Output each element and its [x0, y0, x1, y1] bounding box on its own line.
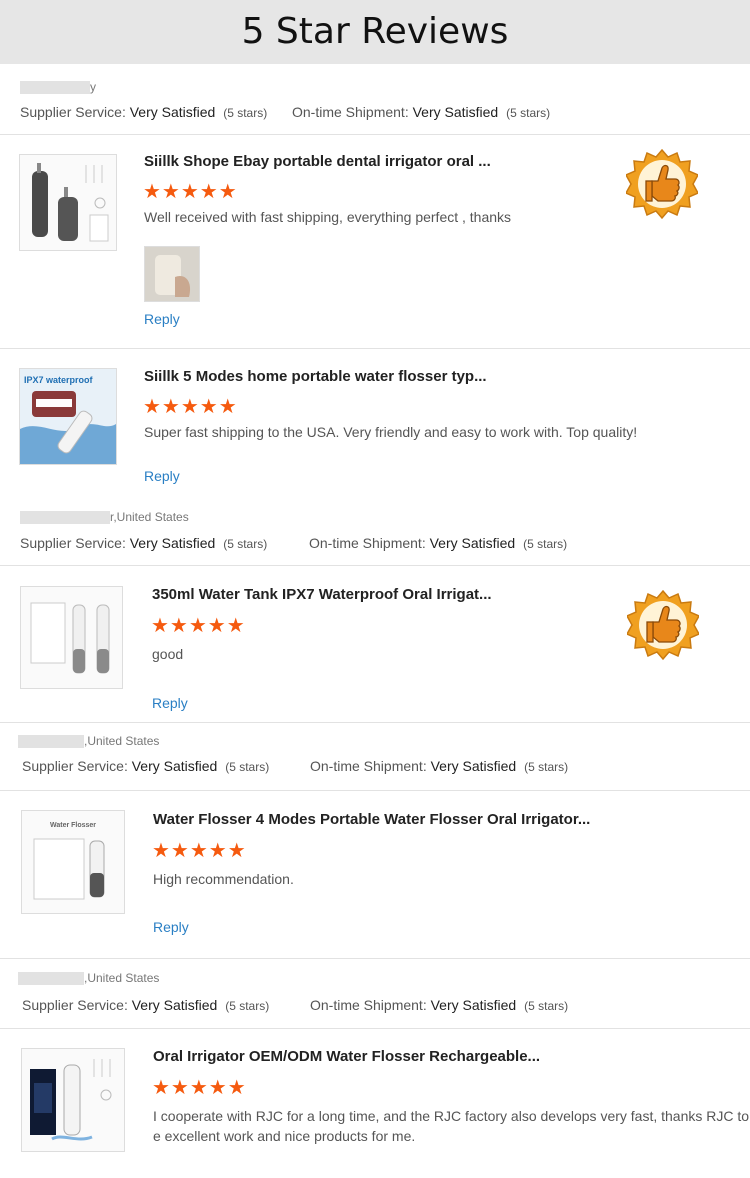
redacted-name-block — [20, 511, 110, 525]
supplier-service-rating: Supplier Service: Very Satisfied (5 star… — [22, 997, 270, 1013]
reply-link[interactable]: Reply — [152, 695, 188, 711]
product-title[interactable]: Oral Irrigator OEM/ODM Water Flosser Rec… — [153, 1048, 540, 1065]
divider — [0, 348, 750, 349]
star-rating: ★★★★★ — [143, 396, 238, 418]
product-title[interactable]: Siillk 5 Modes home portable water floss… — [144, 368, 487, 385]
oral-irrigator-box-image — [22, 1049, 124, 1151]
product-thumbnail[interactable] — [20, 586, 123, 689]
supplier-service-rating: Supplier Service: Very Satisfied (5 star… — [20, 104, 268, 120]
review-photo[interactable] — [144, 246, 200, 302]
product-title[interactable]: 350ml Water Tank IPX7 Waterproof Oral Ir… — [152, 586, 492, 603]
review-text: High recommendation. — [153, 871, 294, 887]
buyer-name: ,United States — [18, 734, 159, 749]
supplier-service-rating: Supplier Service: Very Satisfied (5 star… — [20, 535, 268, 551]
divider — [0, 1028, 750, 1029]
dark-water-flosser-image — [20, 155, 116, 250]
ontime-shipment-rating: On-time Shipment: Very Satisfied (5 star… — [310, 997, 569, 1013]
ontime-shipment-rating: On-time Shipment: Very Satisfied (5 star… — [309, 535, 568, 551]
redacted-name-block — [18, 735, 84, 749]
buyer-name: y — [20, 80, 96, 95]
ontime-shipment-rating: On-time Shipment: Very Satisfied (5 star… — [292, 104, 551, 120]
divider — [0, 958, 750, 959]
buyer-name: r,United States — [20, 510, 189, 525]
buyer-photo-image — [145, 247, 199, 301]
divider — [0, 790, 750, 791]
thumbs-up-icon — [626, 587, 700, 663]
star-rating: ★★★★★ — [143, 181, 238, 203]
ipx7-waterproof-image: IPX7 waterproof — [20, 369, 116, 464]
product-thumbnail[interactable]: Water Flosser — [21, 810, 125, 914]
reply-link[interactable]: Reply — [144, 468, 180, 484]
product-thumbnail[interactable] — [21, 1048, 125, 1152]
product-title[interactable]: Water Flosser 4 Modes Portable Water Flo… — [153, 811, 590, 828]
white-flossers-box-image — [21, 587, 122, 688]
review-text-continued: e excellent work and nice products for m… — [153, 1128, 416, 1144]
thumb-caption: IPX7 waterproof — [24, 375, 94, 385]
redacted-name-block — [20, 81, 90, 95]
star-rating: ★★★★★ — [151, 615, 246, 637]
water-flosser-box-image: Water Flosser — [22, 811, 124, 913]
divider — [0, 565, 750, 566]
supplier-service-rating: Supplier Service: Very Satisfied (5 star… — [22, 758, 270, 774]
review-text: good — [152, 646, 184, 662]
star-rating: ★★★★★ — [152, 840, 247, 862]
divider — [0, 722, 750, 723]
ontime-shipment-rating: On-time Shipment: Very Satisfied (5 star… — [310, 758, 569, 774]
divider — [0, 134, 750, 135]
thumb-caption: Water Flosser — [50, 822, 96, 829]
redacted-name-block — [18, 972, 84, 986]
reply-link[interactable]: Reply — [153, 919, 189, 935]
star-rating: ★★★★★ — [152, 1077, 247, 1099]
review-text: I cooperate with RJC for a long time, an… — [153, 1108, 750, 1124]
product-thumbnail[interactable]: IPX7 waterproof — [19, 368, 117, 465]
review-text: Well received with fast shipping, everyt… — [144, 209, 512, 225]
buyer-name: ,United States — [18, 971, 159, 986]
review-text: Super fast shipping to the USA. Very fri… — [144, 424, 638, 440]
product-title[interactable]: Siillk Shope Ebay portable dental irriga… — [144, 153, 491, 170]
thumbs-up-icon — [625, 146, 699, 222]
reply-link[interactable]: Reply — [144, 311, 180, 327]
product-thumbnail[interactable] — [19, 154, 117, 251]
page-title: 5 Star Reviews — [241, 11, 509, 52]
